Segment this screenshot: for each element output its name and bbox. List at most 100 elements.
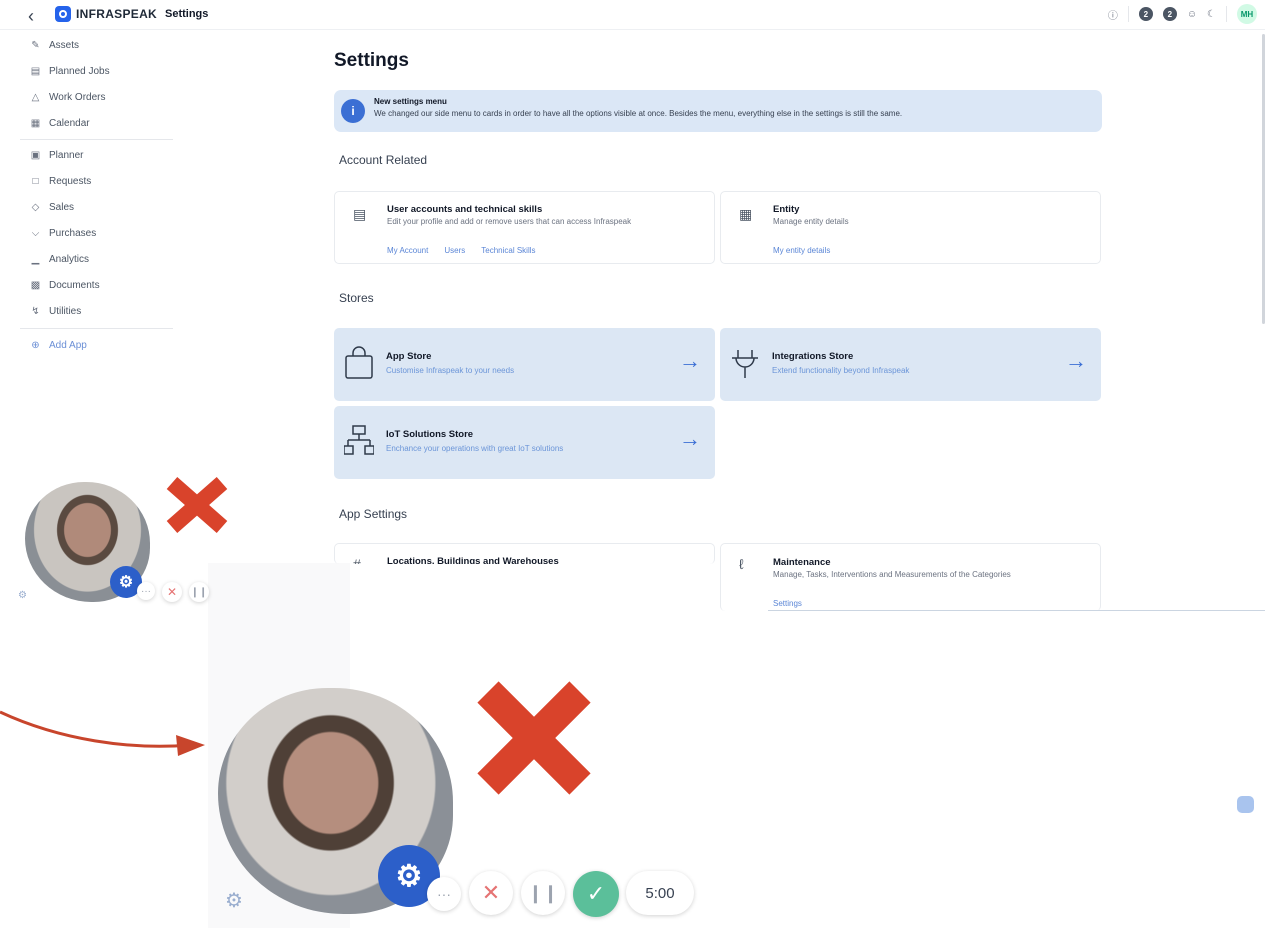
sidebar-divider bbox=[20, 328, 173, 329]
more-options-button-large[interactable]: ··· bbox=[427, 877, 461, 911]
sidebar-item-label: Assets bbox=[49, 39, 80, 51]
crop-divider-line bbox=[768, 610, 1265, 611]
user-avatar[interactable]: MH bbox=[1237, 4, 1257, 24]
shopping-bag-icon bbox=[345, 346, 373, 379]
card-links: My entity details bbox=[773, 246, 830, 255]
settings-gear-icon-large[interactable]: ⚙ bbox=[225, 888, 243, 913]
card-links: My Account Users Technical Skills bbox=[387, 246, 536, 255]
card-integrations-store[interactable]: Integrations Store Extend functionality … bbox=[720, 328, 1101, 401]
card-entity[interactable]: ▦ Entity Manage entity details My entity… bbox=[720, 191, 1101, 264]
wrench-icon: ✎ bbox=[31, 39, 40, 51]
sidebar-item-label: Planned Jobs bbox=[49, 65, 110, 77]
top-bar: ‹ INFRASPEAK Settings ⓘ 2 2 ☺ ☾ MH bbox=[0, 0, 1265, 30]
chat-widget-dot[interactable] bbox=[1237, 796, 1254, 813]
document-icon: ▩ bbox=[30, 279, 41, 291]
wrench-icon: ℓ bbox=[739, 556, 744, 572]
planner-icon: ▣ bbox=[30, 149, 41, 161]
grid-icon: # bbox=[353, 556, 361, 564]
section-heading-stores: Stores bbox=[339, 291, 374, 305]
sidebar-item-analytics[interactable]: ▁ Analytics bbox=[30, 250, 89, 268]
card-description: Manage, Tasks, Interventions and Measure… bbox=[773, 570, 1011, 579]
network-icon bbox=[344, 425, 374, 455]
store-description: Enchance your operations with great IoT … bbox=[386, 444, 564, 453]
more-options-button[interactable]: ··· bbox=[137, 582, 155, 600]
sidebar-item-work-orders[interactable]: △ Work Orders bbox=[30, 88, 106, 106]
sidebar-item-calendar[interactable]: ▦ Calendar bbox=[30, 114, 90, 132]
sidebar-item-assets[interactable]: ✎ Assets bbox=[30, 36, 79, 54]
card-user-accounts[interactable]: ▤ User accounts and technical skills Edi… bbox=[334, 191, 715, 264]
sidebar-item-label: Analytics bbox=[49, 253, 90, 265]
arrow-right-icon: → bbox=[679, 348, 701, 373]
sidebar-item-label: Work Orders bbox=[49, 91, 106, 103]
store-title: IoT Solutions Store bbox=[386, 429, 474, 440]
settings-gear-icon[interactable]: ⚙ bbox=[18, 590, 27, 601]
link-technical-skills[interactable]: Technical Skills bbox=[481, 246, 535, 255]
card-description: Manage entity details bbox=[773, 217, 849, 226]
card-title: Maintenance bbox=[773, 557, 831, 568]
info-icon[interactable]: ⓘ bbox=[1108, 7, 1118, 22]
cancel-recording-button[interactable]: ✕ bbox=[162, 582, 182, 602]
card-maintenance[interactable]: ℓ Maintenance Manage, Tasks, Interventio… bbox=[720, 543, 1101, 611]
calendar-icon: ▦ bbox=[30, 117, 41, 129]
sidebar-item-label: Utilities bbox=[49, 305, 82, 317]
card-locations[interactable]: # Locations, Buildings and Warehouses bbox=[334, 543, 715, 564]
bolt-icon: ↯ bbox=[31, 305, 40, 317]
link-my-account[interactable]: My Account bbox=[387, 246, 428, 255]
card-title: Entity bbox=[773, 204, 800, 215]
card-title: User accounts and technical skills bbox=[387, 204, 543, 215]
brand-logo[interactable]: INFRASPEAK bbox=[55, 6, 157, 22]
notification-badge-2[interactable]: 2 bbox=[1162, 7, 1177, 21]
sidebar-item-planner[interactable]: ▣ Planner bbox=[30, 146, 84, 164]
sidebar-item-label: Calendar bbox=[49, 117, 90, 129]
arrow-right-icon: → bbox=[679, 426, 701, 451]
link-settings[interactable]: Settings bbox=[773, 599, 802, 608]
info-icon: i bbox=[341, 99, 365, 123]
sidebar-item-label: Purchases bbox=[49, 227, 97, 239]
clipboard-icon: ▤ bbox=[30, 65, 41, 77]
card-iot-solutions-store[interactable]: IoT Solutions Store Enchance your operat… bbox=[334, 406, 715, 479]
banner-title: New settings menu bbox=[374, 97, 447, 106]
smiley-icon[interactable]: ☺ bbox=[1187, 9, 1197, 20]
sidebar-item-utilities[interactable]: ↯ Utilities bbox=[30, 302, 81, 320]
warning-icon: △ bbox=[31, 91, 40, 103]
link-users[interactable]: Users bbox=[444, 246, 465, 255]
section-heading-app-settings: App Settings bbox=[339, 507, 408, 521]
add-app-button[interactable]: ⊕ Add App bbox=[30, 336, 87, 354]
divider bbox=[1226, 6, 1227, 22]
banner-text: We changed our side menu to cards in ord… bbox=[374, 109, 903, 118]
sidebar-item-purchases[interactable]: ⌵ Purchases bbox=[30, 224, 97, 242]
building-icon: ▦ bbox=[739, 206, 753, 222]
plug-icon bbox=[732, 350, 758, 378]
cart-icon: ⌵ bbox=[31, 227, 40, 239]
pointer-arrow bbox=[0, 710, 205, 756]
card-links: Settings bbox=[773, 599, 802, 608]
page-title: Settings bbox=[334, 50, 409, 71]
sidebar-item-sales[interactable]: ◇ Sales bbox=[30, 198, 74, 216]
red-x-mark-large bbox=[477, 681, 591, 795]
back-arrow-icon[interactable]: ‹ bbox=[28, 6, 34, 27]
store-title: Integrations Store bbox=[772, 351, 854, 362]
card-title: Locations, Buildings and Warehouses bbox=[387, 556, 559, 564]
notification-badge-1[interactable]: 2 bbox=[1138, 7, 1153, 21]
card-description: Edit your profile and add or remove user… bbox=[387, 217, 632, 226]
moon-icon[interactable]: ☾ bbox=[1207, 9, 1216, 20]
store-description: Customise Infraspeak to your needs bbox=[386, 366, 515, 375]
store-title: App Store bbox=[386, 351, 432, 362]
sidebar-item-documents[interactable]: ▩ Documents bbox=[30, 276, 100, 294]
divider bbox=[1127, 6, 1129, 22]
recording-timer: 5:00 bbox=[626, 871, 694, 915]
brand-name: INFRASPEAK bbox=[76, 7, 158, 21]
link-my-entity-details[interactable]: My entity details bbox=[773, 246, 830, 255]
sidebar-item-planned-jobs[interactable]: ▤ Planned Jobs bbox=[30, 62, 110, 80]
card-app-store[interactable]: App Store Customise Infraspeak to your n… bbox=[334, 328, 715, 401]
pause-button[interactable]: ❙❙ bbox=[189, 582, 209, 602]
sidebar-item-requests[interactable]: □ Requests bbox=[30, 172, 91, 190]
confirm-check-button[interactable]: ✓ bbox=[573, 871, 619, 917]
pause-button-large[interactable]: ❙❙ bbox=[521, 871, 565, 915]
id-badge-icon: ▤ bbox=[353, 206, 367, 222]
add-app-label: Add App bbox=[49, 339, 87, 351]
sidebar-item-label: Requests bbox=[49, 175, 92, 187]
info-banner: i New settings menu We changed our side … bbox=[334, 90, 1102, 132]
cancel-recording-button-large[interactable]: ✕ bbox=[469, 871, 513, 915]
tag-icon: ◇ bbox=[31, 201, 40, 213]
